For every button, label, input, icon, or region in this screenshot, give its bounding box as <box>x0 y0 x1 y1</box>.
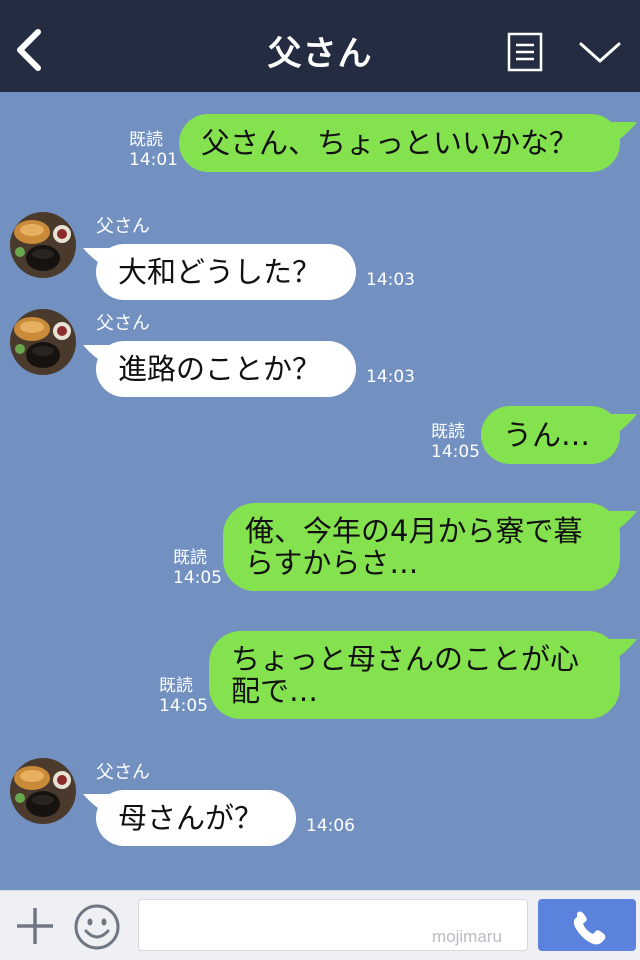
incoming-bubble[interactable]: 大和どうした？ <box>96 244 356 300</box>
message-text: 母さんが？ <box>118 801 264 835</box>
bubble-tail <box>608 414 637 438</box>
message-row: 既読 14:05 うん… <box>0 406 640 466</box>
read-receipt: 既読 <box>159 676 193 696</box>
bubble-tail <box>608 511 637 535</box>
message-text: 大和どうした？ <box>118 255 322 289</box>
list-icon <box>507 32 543 72</box>
plus-icon <box>17 908 53 944</box>
outgoing-bubble[interactable]: 父さん、ちょっといいかな？ <box>179 114 620 172</box>
message-time: 14:05 <box>159 696 208 716</box>
message-row: 父さん 大和どうした？ 14:03 <box>0 212 640 302</box>
message-time: 14:03 <box>366 270 415 290</box>
message-time: 14:03 <box>366 367 415 387</box>
bubble-tail <box>83 794 112 816</box>
bubble-tail <box>608 122 637 146</box>
incoming-bubble[interactable]: 母さんが？ <box>96 790 296 846</box>
chat-timeline[interactable]: 既読 14:01 父さん、ちょっといいかな？ 父さん 大和どうした？ 14:03… <box>0 92 640 890</box>
message-meta: 既読 14:05 <box>173 548 222 588</box>
incoming-bubble[interactable]: 進路のことか？ <box>96 341 356 397</box>
input-bar: mojimaru <box>0 890 640 960</box>
message-row: 既読 14:05 俺、今年の4月から寮で暮 らすからさ… <box>0 503 640 593</box>
message-text: 父さん、ちょっといいかな？ <box>201 126 579 160</box>
watermark-text: mojimaru <box>432 927 502 946</box>
message-time: 14:05 <box>173 568 222 588</box>
sender-name: 父さん <box>96 313 150 334</box>
read-receipt: 既読 <box>431 422 465 442</box>
message-time: 14:06 <box>306 816 355 836</box>
message-row: 父さん 母さんが？ 14:06 <box>0 758 640 848</box>
avatar[interactable] <box>10 758 76 824</box>
message-text-line: らすからさ… <box>245 546 419 580</box>
emoji-button[interactable] <box>73 903 121 951</box>
phone-icon <box>573 911 606 945</box>
chevron-down-icon <box>579 42 621 63</box>
message-time: 14:05 <box>431 442 480 462</box>
chat-title: 父さん <box>267 34 373 74</box>
message-text-line: 俺、今年の4月から寮で暮 <box>245 514 583 548</box>
message-row: 既読 14:05 ちょっと母さんのことが心 配で… <box>0 631 640 721</box>
smiley-icon <box>74 904 120 950</box>
bubble-tail <box>608 639 637 663</box>
bubble-tail <box>83 248 112 270</box>
call-button[interactable] <box>538 899 636 951</box>
outgoing-bubble[interactable]: うん… <box>481 406 620 464</box>
read-receipt: 既読 <box>173 548 207 568</box>
message-row: 父さん 進路のことか？ 14:03 <box>0 309 640 399</box>
message-text: うん… <box>503 418 591 452</box>
message-meta: 既読 14:05 <box>431 422 480 462</box>
avatar[interactable] <box>10 212 76 278</box>
message-meta: 既読 14:01 <box>129 130 178 170</box>
outgoing-bubble[interactable]: ちょっと母さんのことが心 配で… <box>209 631 620 719</box>
sender-name: 父さん <box>96 762 150 783</box>
avatar[interactable] <box>10 309 76 375</box>
sender-name: 父さん <box>96 216 150 237</box>
message-text-line: ちょっと母さんのことが心 <box>231 642 580 676</box>
add-attachment-button[interactable] <box>14 905 56 947</box>
avatar-food-icon <box>10 309 76 375</box>
collapse-button[interactable] <box>578 38 622 66</box>
bubble-tail <box>83 345 112 367</box>
chat-header: 父さん <box>0 0 640 92</box>
outgoing-bubble[interactable]: 俺、今年の4月から寮で暮 らすからさ… <box>223 503 620 591</box>
avatar-food-icon <box>10 212 76 278</box>
message-row: 既読 14:01 父さん、ちょっといいかな？ <box>0 114 640 174</box>
menu-button[interactable] <box>507 32 543 72</box>
message-text-line: 配で… <box>231 674 319 708</box>
message-time: 14:01 <box>129 150 178 170</box>
message-meta: 既読 14:05 <box>159 676 208 716</box>
message-text: 進路のことか？ <box>118 352 322 386</box>
read-receipt: 既読 <box>129 130 163 150</box>
avatar-food-icon <box>10 758 76 824</box>
